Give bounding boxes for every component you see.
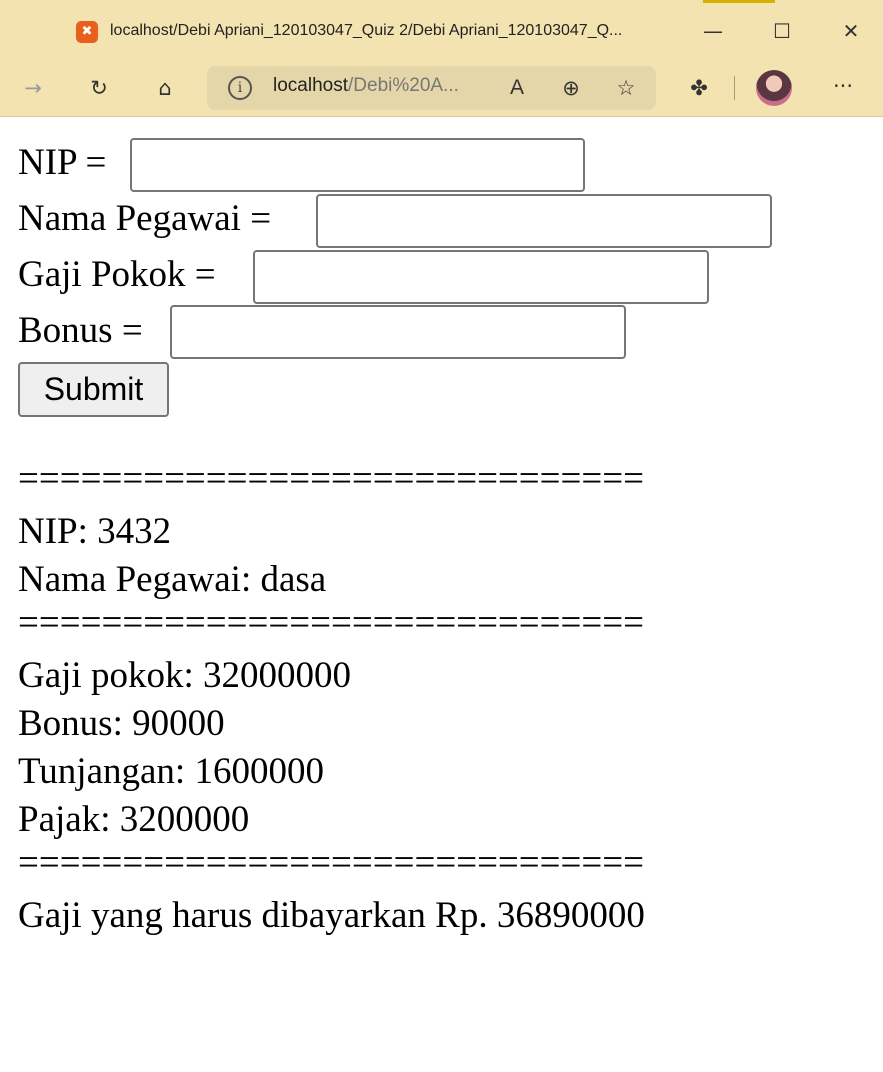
separator-1: ============================== (18, 458, 645, 499)
result-pajak: Pajak: 3200000 (18, 799, 250, 840)
read-aloud-icon[interactable]: A (499, 70, 535, 106)
nip-input[interactable] (130, 138, 585, 192)
add-favorite-icon[interactable]: ☆ (608, 70, 644, 106)
gaji-pokok-label: Gaji Pokok = (18, 254, 216, 295)
gaji-pokok-input[interactable] (253, 250, 709, 304)
separator-2: ============================== (18, 602, 645, 643)
toolbar-divider (734, 76, 735, 100)
back-arrow-icon[interactable]: → (15, 70, 51, 106)
result-gaji-pokok: Gaji pokok: 32000000 (18, 655, 351, 696)
more-options-icon[interactable]: ··· (825, 68, 861, 104)
maximize-icon[interactable]: ☐ (762, 15, 802, 47)
bonus-input[interactable] (170, 305, 626, 359)
xampp-favicon-icon: ✖ (76, 21, 98, 43)
nama-pegawai-input[interactable] (316, 194, 772, 248)
url-path: /Debi%20A... (348, 75, 459, 96)
result-nama-pegawai: Nama Pegawai: dasa (18, 559, 327, 600)
url-text[interactable]: localhost/Debi%20A... (273, 75, 459, 97)
nip-label: NIP = (18, 142, 107, 183)
zoom-icon[interactable]: ⊕ (553, 70, 589, 106)
nama-pegawai-label: Nama Pegawai = (18, 198, 272, 239)
site-info-icon[interactable]: i (228, 76, 252, 100)
separator-3: ============================== (18, 842, 645, 883)
profile-avatar[interactable] (756, 70, 792, 106)
refresh-icon[interactable]: ↻ (81, 70, 117, 106)
url-host: localhost (273, 75, 348, 96)
close-icon[interactable]: ✕ (831, 15, 871, 47)
home-icon[interactable]: ⌂ (147, 70, 183, 106)
result-nip: NIP: 3432 (18, 511, 172, 552)
extensions-icon[interactable]: ✤ (681, 70, 717, 106)
minimize-icon[interactable]: — (693, 15, 733, 47)
window-accent (703, 0, 775, 3)
bonus-label: Bonus = (18, 310, 143, 351)
submit-button[interactable]: Submit (18, 362, 169, 417)
tab-title[interactable]: localhost/Debi Apriani_120103047_Quiz 2/… (110, 22, 680, 40)
result-bonus: Bonus: 90000 (18, 703, 225, 744)
result-tunjangan: Tunjangan: 1600000 (18, 751, 324, 792)
result-total-gaji: Gaji yang harus dibayarkan Rp. 36890000 (18, 895, 645, 936)
